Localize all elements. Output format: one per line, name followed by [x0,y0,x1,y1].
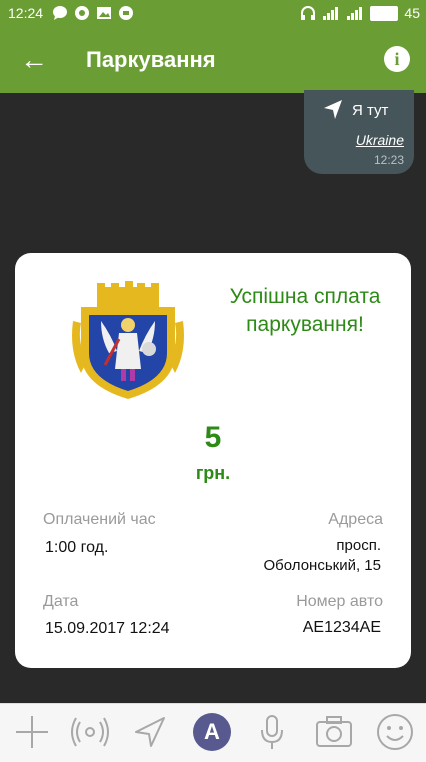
address-line1: просп. [336,537,381,554]
kyiv-coat-of-arms-icon [72,281,184,399]
headphones-icon [301,6,316,20]
app-bar: ← Паркування i [0,28,426,93]
system-icons: 45 [300,5,420,21]
message-icon [119,6,133,20]
status-bar: 12:24 45 [0,0,426,28]
chat-icon [53,6,67,20]
payment-amount: 5 [204,421,222,454]
camera-icon[interactable] [314,712,354,752]
send-location-icon[interactable] [130,712,170,752]
status-time: 12:24 [8,5,44,21]
location-country-link[interactable]: Ukraine [356,132,404,148]
paid-time-value: 1:00 год. [45,539,109,556]
location-message[interactable]: Я тут Ukraine 12:23 [304,90,414,174]
car-number-value: AE1234AE [302,619,381,636]
viber-icon [75,6,89,20]
battery-level: 45 [404,5,420,21]
location-label: Я тут [352,102,389,119]
message-time: 12:23 [373,153,404,167]
signal-icon [347,7,363,20]
plus-icon[interactable] [12,712,52,752]
receipt-card: Успішна сплата паркування! 5 грн. Оплаче… [15,253,411,668]
a-icon[interactable]: A [193,713,231,751]
input-toolbar: A [0,703,426,762]
address-line2: Оболонський, 15 [263,557,381,574]
location-arrow-icon [324,100,342,119]
page-title: Паркування [86,47,216,72]
broadcast-icon[interactable] [70,712,110,752]
car-number-label: Номер авто [296,593,383,610]
signal-icon [323,7,339,20]
emoji-icon[interactable] [375,712,415,752]
paid-time-label: Оплачений час [43,511,156,528]
back-arrow-icon[interactable]: ← [20,44,48,76]
battery-icon [370,5,399,21]
date-label: Дата [43,593,79,610]
success-message: Успішна сплата паркування! [229,285,381,336]
info-icon[interactable]: i [384,46,410,72]
payment-currency: грн. [195,463,231,483]
microphone-icon[interactable] [252,712,292,752]
image-icon [97,7,111,19]
date-value: 15.09.2017 12:24 [45,620,170,637]
notification-icons [52,5,134,21]
address-label: Адреса [328,511,383,528]
